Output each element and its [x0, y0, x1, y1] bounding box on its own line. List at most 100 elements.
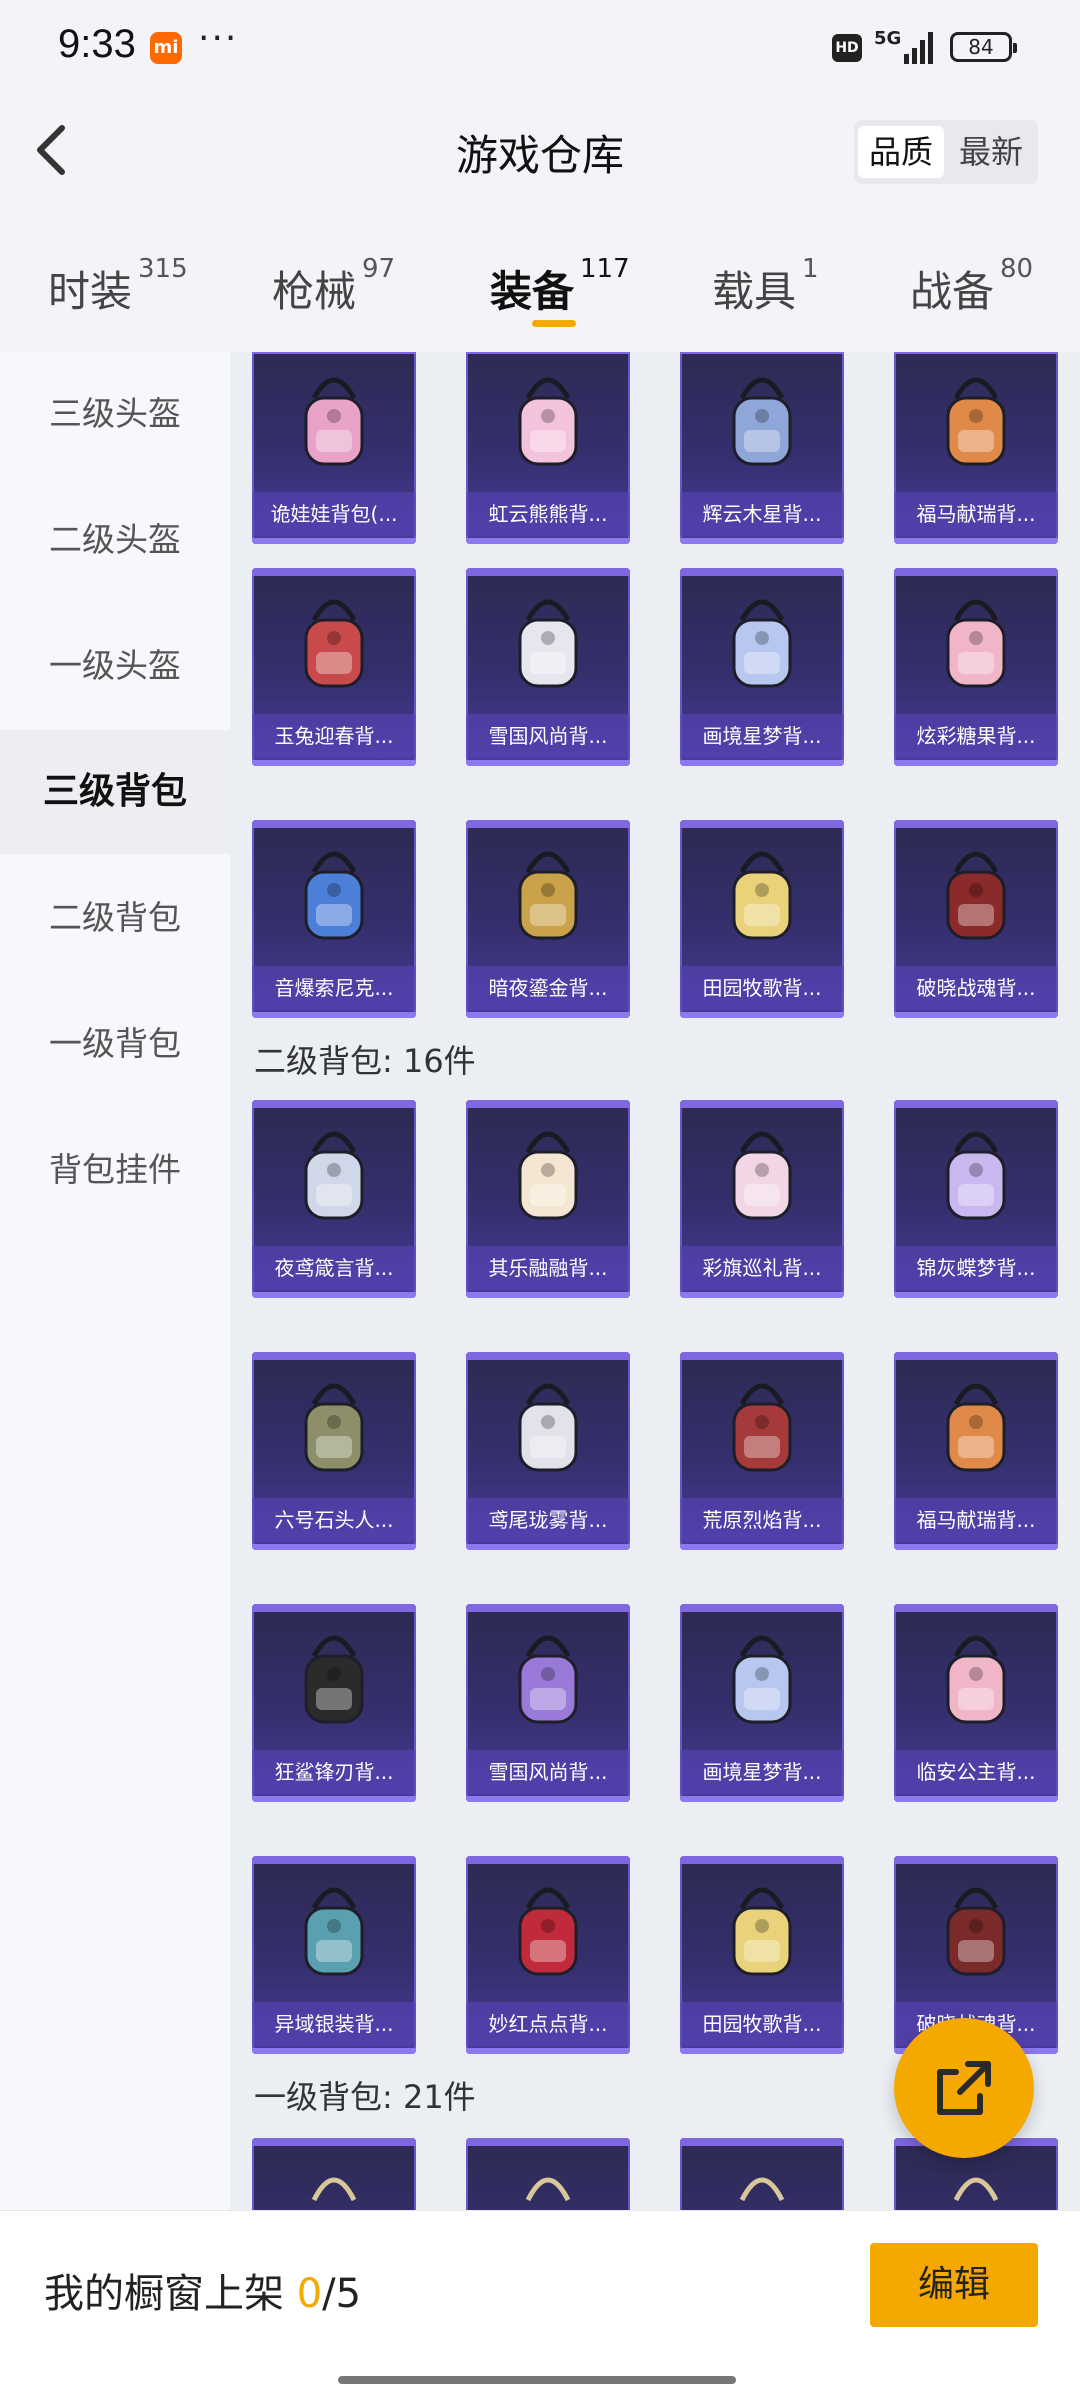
item-card[interactable]: 临安公主背... [894, 1604, 1058, 1802]
item-card[interactable]: 辉云木星背... [680, 352, 844, 544]
backpack-icon [712, 842, 812, 952]
item-card[interactable]: 画境星梦背... [680, 568, 844, 766]
item-card[interactable]: 锦灰蝶梦背... [894, 1100, 1058, 1298]
card-top-border [894, 1100, 1058, 1108]
sort-quality-option[interactable]: 品质 [858, 126, 944, 178]
share-external-icon [937, 2061, 991, 2115]
active-tab-indicator [532, 320, 576, 327]
item-grid[interactable]: 二级背包: 16件 一级背包: 21件 诡娃娃背包(... 虹云熊熊背... 辉云木… [230, 352, 1080, 2212]
item-name: 福马献瑞背... [894, 1498, 1058, 1542]
item-name: 破晓战魂背... [894, 966, 1058, 1010]
backpack-icon [926, 590, 1026, 700]
sidebar-item-backpack-2[interactable]: 二级背包 [0, 856, 230, 980]
edit-button[interactable]: 编辑 [870, 2243, 1038, 2327]
card-top-border [894, 352, 1058, 354]
card-bottom-border [252, 1012, 416, 1018]
showcase-label: 我的橱窗上架 [44, 2271, 284, 2317]
backpack-icon [926, 842, 1026, 952]
item-card[interactable] [252, 2138, 416, 2212]
item-name: 异域银装背... [252, 2002, 416, 2046]
item-card[interactable]: 其乐融融背... [466, 1100, 630, 1298]
backpack-icon [712, 1374, 812, 1484]
backpack-icon [498, 1878, 598, 1988]
backpack-icon [284, 1374, 384, 1484]
card-top-border [466, 2138, 630, 2146]
backpack-icon [284, 2160, 384, 2212]
tab-vehicles[interactable]: 载具 1 [712, 254, 819, 319]
item-card[interactable]: 福马献瑞背... [894, 352, 1058, 544]
backpack-icon [284, 1878, 384, 1988]
backpack-icon [926, 1374, 1026, 1484]
item-card[interactable]: 夜鸢箴言背... [252, 1100, 416, 1298]
item-card[interactable]: 炫彩糖果背... [894, 568, 1058, 766]
bottom-bar: 我的橱窗上架 0/5 编辑 [0, 2210, 1080, 2401]
item-card[interactable]: 画境星梦背... [680, 1604, 844, 1802]
hd-voice-icon: HD [832, 34, 862, 62]
tab-fashion[interactable]: 时装 315 [48, 254, 188, 319]
item-card[interactable]: 雪国风尚背... [466, 1604, 630, 1802]
backpack-icon [712, 1626, 812, 1736]
item-card[interactable] [466, 2138, 630, 2212]
sidebar-item-helmet-2[interactable]: 二级头盔 [0, 478, 230, 602]
item-card[interactable]: 田园牧歌背... [680, 820, 844, 1018]
item-card[interactable]: 音爆索尼克... [252, 820, 416, 1018]
item-card[interactable]: 异域银装背... [252, 1856, 416, 2054]
home-indicator[interactable] [338, 2376, 736, 2384]
item-card[interactable]: 破晓战魂背... [894, 820, 1058, 1018]
card-bottom-border [680, 538, 844, 544]
item-card[interactable]: 田园牧歌背... [680, 1856, 844, 2054]
back-button[interactable] [28, 120, 78, 180]
card-bottom-border [252, 1796, 416, 1802]
sidebar-item-backpack-pendant[interactable]: 背包挂件 [0, 1108, 230, 1232]
item-card[interactable]: 暗夜鎏金背... [466, 820, 630, 1018]
item-card[interactable]: 雪国风尚背... [466, 568, 630, 766]
tab-equipment[interactable]: 装备 117 [490, 254, 630, 319]
battery-icon: 84 [950, 32, 1017, 62]
item-card[interactable]: 虹云熊熊背... [466, 352, 630, 544]
item-card[interactable]: 彩旗巡礼背... [680, 1100, 844, 1298]
item-name: 虹云熊熊背... [466, 492, 630, 536]
signal-icon [904, 30, 936, 64]
card-bottom-border [466, 1544, 630, 1550]
item-name: 彩旗巡礼背... [680, 1246, 844, 1290]
tab-count: 315 [138, 254, 188, 284]
item-card[interactable]: 诡娃娃背包(... [252, 352, 416, 544]
sidebar-item-helmet-1[interactable]: 一级头盔 [0, 604, 230, 728]
item-name: 暗夜鎏金背... [466, 966, 630, 1010]
backpack-icon [712, 368, 812, 478]
item-card[interactable]: 狂鲨锋刃背... [252, 1604, 416, 1802]
item-card[interactable]: 荒原烈焰背... [680, 1352, 844, 1550]
sidebar-item-helmet-3[interactable]: 三级头盔 [0, 352, 230, 476]
tab-label: 装备 [490, 267, 575, 316]
card-bottom-border [894, 538, 1058, 544]
item-name: 玉兔迎春背... [252, 714, 416, 758]
tab-gear[interactable]: 战备 80 [910, 254, 1033, 319]
item-card[interactable]: 福马献瑞背... [894, 1352, 1058, 1550]
item-name: 锦灰蝶梦背... [894, 1246, 1058, 1290]
card-bottom-border [466, 1796, 630, 1802]
card-bottom-border [680, 1012, 844, 1018]
item-card[interactable] [680, 2138, 844, 2212]
item-card[interactable]: 玉兔迎春背... [252, 568, 416, 766]
network-type: 5G [874, 28, 902, 49]
card-top-border [252, 1856, 416, 1864]
card-top-border [466, 1352, 630, 1360]
card-bottom-border [466, 1012, 630, 1018]
item-card[interactable]: 鸢尾珑雾背... [466, 1352, 630, 1550]
sidebar-item-backpack-3[interactable]: 三级背包 [0, 730, 230, 854]
item-name: 福马献瑞背... [894, 492, 1058, 536]
item-card[interactable]: 妙红点点背... [466, 1856, 630, 2054]
tab-label: 载具 [712, 267, 797, 316]
item-card[interactable]: 六号石头人... [252, 1352, 416, 1550]
section-header-level1: 一级背包: 21件 [254, 2078, 476, 2116]
item-name: 田园牧歌背... [680, 2002, 844, 2046]
sidebar-item-backpack-1[interactable]: 一级背包 [0, 982, 230, 1106]
tab-firearms[interactable]: 枪械 97 [272, 254, 395, 319]
card-top-border [680, 2138, 844, 2146]
card-top-border [894, 568, 1058, 576]
share-button[interactable] [894, 2018, 1034, 2158]
sort-newest-option[interactable]: 最新 [948, 126, 1034, 178]
sort-toggle[interactable]: 品质 最新 [854, 120, 1038, 184]
card-bottom-border [466, 1292, 630, 1298]
side-nav: 三级头盔 二级头盔 一级头盔 三级背包 二级背包 一级背包 背包挂件 [0, 352, 230, 2212]
